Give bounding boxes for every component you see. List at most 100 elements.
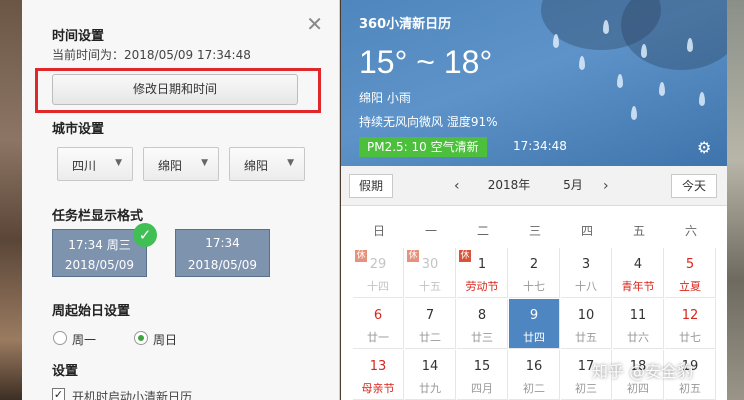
chevron-down-icon: ▼ bbox=[115, 158, 122, 168]
lunar-date: 初四 bbox=[627, 382, 649, 395]
day-number: 8 bbox=[477, 308, 487, 323]
calendar-toolbar: 假期 ‹ 2018年 5月 › 今天 bbox=[341, 166, 727, 206]
calendar-day[interactable]: 8 廿三 bbox=[457, 299, 508, 349]
highlight-box bbox=[35, 68, 321, 113]
calendar-day[interactable]: 10 廿五 bbox=[561, 299, 612, 349]
city-select[interactable]: 绵阳 ▼ bbox=[143, 147, 219, 181]
province-select-value: 四川 bbox=[72, 159, 97, 173]
calendar-day[interactable]: 6 廿一 bbox=[353, 299, 404, 349]
day-number: 11 bbox=[629, 308, 647, 323]
next-month-icon[interactable]: › bbox=[603, 174, 609, 198]
lunar-date: 立夏 bbox=[679, 280, 701, 293]
raindrop-decoration bbox=[603, 20, 609, 34]
app-title: 360小清新日历 bbox=[359, 17, 452, 32]
day-number: 3 bbox=[581, 257, 591, 272]
radio-sunday[interactable] bbox=[134, 331, 148, 345]
weekday-label: 六 bbox=[684, 224, 697, 238]
calendar-day[interactable]: 14 廿九 bbox=[405, 350, 456, 400]
district-select[interactable]: 绵阳 ▼ bbox=[229, 147, 305, 181]
calendar-day[interactable]: 5 立夏 bbox=[665, 248, 716, 298]
radio-monday[interactable] bbox=[53, 331, 67, 345]
lunar-date: 廿二 bbox=[419, 331, 441, 344]
general-settings-title: 设置 bbox=[52, 364, 79, 379]
weekday-label: 五 bbox=[632, 224, 645, 238]
lunar-date: 十五 bbox=[419, 280, 441, 293]
close-icon[interactable]: ✕ bbox=[306, 14, 323, 34]
lunar-date: 初五 bbox=[679, 382, 701, 395]
weather-time: 17:34:48 bbox=[513, 139, 567, 153]
today-button[interactable]: 今天 bbox=[671, 174, 717, 198]
calendar-day[interactable]: 休 29 十四 bbox=[353, 248, 404, 298]
day-number: 6 bbox=[373, 308, 383, 323]
autostart-label: 开机时启动小清新日历 bbox=[72, 390, 193, 400]
format-option-line1: 17:34 周三 bbox=[68, 238, 131, 252]
wind-humidity: 持续无风向微风 湿度91% bbox=[359, 115, 498, 129]
settings-panel: ✕ 时间设置 当前时间为：2018/05/09 17:34:48 修改日期和时间… bbox=[22, 0, 340, 400]
lunar-date: 廿七 bbox=[679, 331, 701, 344]
week-start-title: 周起始日设置 bbox=[52, 304, 131, 319]
calendar-day[interactable]: 4 青年节 bbox=[613, 248, 664, 298]
calendar-day[interactable]: 15 四月 bbox=[457, 350, 508, 400]
radio-sunday-label: 周日 bbox=[153, 333, 178, 347]
format-option-line1: 17:34 bbox=[205, 236, 240, 250]
calendar-day[interactable]: 16 初二 bbox=[509, 350, 560, 400]
day-number: 2 bbox=[529, 257, 539, 272]
day-number: 9 bbox=[529, 308, 539, 323]
calendar-panel: 360小清新日历 15° ~ 18° 绵阳 小雨 持续无风向微风 湿度91% P… bbox=[341, 0, 727, 400]
autostart-checkbox[interactable]: ✓ bbox=[52, 388, 65, 400]
temperature-range: 15° ~ 18° bbox=[359, 44, 493, 80]
desktop-background-right bbox=[727, 0, 744, 400]
lunar-date: 青年节 bbox=[621, 280, 655, 293]
year-select[interactable]: 2018年 bbox=[474, 174, 544, 198]
desktop-background-left bbox=[0, 0, 22, 400]
calendar-day[interactable]: 12 廿七 bbox=[665, 299, 716, 349]
format-option-time-only[interactable]: 17:34 2018/05/09 bbox=[175, 229, 270, 277]
day-number: 1 bbox=[477, 257, 487, 272]
day-number: 15 bbox=[473, 359, 491, 374]
gear-icon[interactable]: ⚙ bbox=[697, 140, 711, 156]
weekday-label: 二 bbox=[476, 224, 489, 238]
taskbar-format-title: 任务栏显示格式 bbox=[52, 209, 144, 224]
raindrop-decoration bbox=[641, 44, 647, 58]
day-number: 10 bbox=[577, 308, 595, 323]
lunar-date: 十七 bbox=[523, 280, 545, 293]
calendar-day[interactable]: 3 十八 bbox=[561, 248, 612, 298]
holiday-button[interactable]: 假期 bbox=[349, 174, 393, 198]
calendar-day[interactable]: 休 30 十五 bbox=[405, 248, 456, 298]
lunar-date: 廿四 bbox=[523, 331, 545, 344]
calendar-day[interactable]: 13 母亲节 bbox=[353, 350, 404, 400]
weekday-label: 三 bbox=[528, 224, 541, 238]
province-select[interactable]: 四川 ▼ bbox=[57, 147, 133, 181]
weekday-label: 四 bbox=[580, 224, 593, 238]
calendar-day-today[interactable]: 9 廿四 bbox=[509, 299, 560, 349]
raindrop-decoration bbox=[659, 82, 665, 96]
weekday-label: 日 bbox=[372, 224, 385, 238]
lunar-date: 廿五 bbox=[575, 331, 597, 344]
day-number: 5 bbox=[685, 257, 695, 272]
lunar-date: 劳动节 bbox=[465, 280, 499, 293]
calendar-day[interactable]: 休 1 劳动节 bbox=[457, 248, 508, 298]
lunar-date: 初三 bbox=[575, 382, 597, 395]
district-select-value: 绵阳 bbox=[244, 159, 269, 173]
current-time-label: 当前时间为：2018/05/09 17:34:48 bbox=[52, 48, 251, 62]
day-number: 30 bbox=[421, 257, 439, 272]
day-number: 16 bbox=[525, 359, 543, 374]
calendar-day[interactable]: 7 廿二 bbox=[405, 299, 456, 349]
calendar-day[interactable]: 11 廿六 bbox=[613, 299, 664, 349]
lunar-date: 廿三 bbox=[471, 331, 493, 344]
day-number: 13 bbox=[369, 359, 387, 374]
prev-month-icon[interactable]: ‹ bbox=[454, 174, 460, 198]
lunar-date: 廿一 bbox=[367, 331, 389, 344]
raindrop-decoration bbox=[553, 34, 559, 48]
weekday-label: 一 bbox=[424, 224, 437, 238]
day-number: 4 bbox=[633, 257, 643, 272]
raindrop-decoration bbox=[631, 106, 637, 120]
month-select[interactable]: 5月 bbox=[548, 174, 598, 198]
raindrop-decoration bbox=[687, 38, 693, 52]
lunar-date: 十四 bbox=[367, 280, 389, 293]
lunar-date: 四月 bbox=[471, 382, 493, 395]
format-option-line2: 2018/05/09 bbox=[187, 258, 258, 272]
chevron-down-icon: ▼ bbox=[201, 158, 208, 168]
pm25-badge: PM2.5: 10 空气清新 bbox=[359, 137, 487, 157]
calendar-day[interactable]: 2 十七 bbox=[509, 248, 560, 298]
